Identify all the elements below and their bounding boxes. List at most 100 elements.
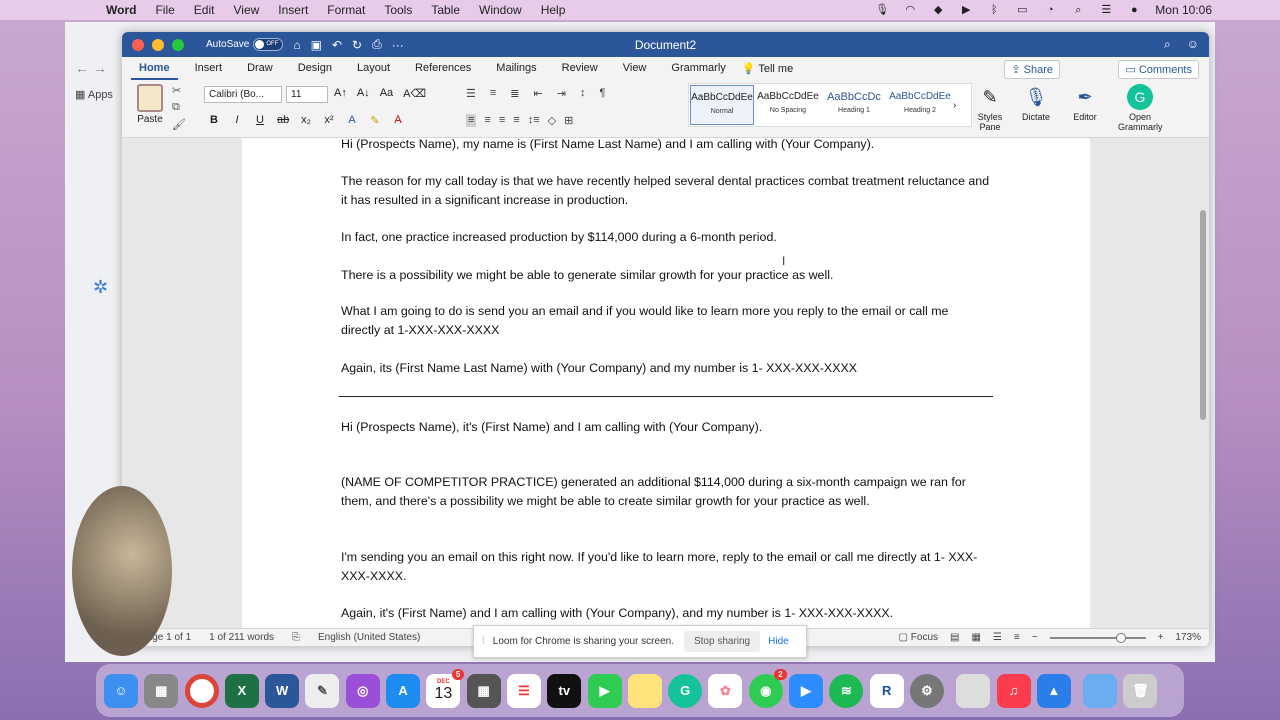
- web-layout-icon[interactable]: ▦: [971, 632, 980, 643]
- search-icon[interactable]: ⌕: [1071, 4, 1085, 16]
- battery-icon[interactable]: ▭: [1015, 4, 1029, 16]
- downloads-folder-icon[interactable]: [1083, 673, 1118, 708]
- menu-edit[interactable]: Edit: [194, 3, 215, 17]
- hide-button[interactable]: Hide: [768, 636, 789, 647]
- headphones-icon[interactable]: ◠: [903, 4, 917, 16]
- zoom-icon[interactable]: ▶: [789, 673, 824, 708]
- font-color-icon[interactable]: A: [392, 114, 404, 127]
- control-center-icon[interactable]: ☰: [1099, 4, 1113, 16]
- numbering-icon[interactable]: ≡: [490, 87, 496, 100]
- shrink-font-icon[interactable]: A↓: [357, 87, 370, 100]
- facetime-icon[interactable]: ▶: [587, 673, 622, 708]
- tab-mailings[interactable]: Mailings: [488, 57, 544, 80]
- bookmarks-apps[interactable]: ▦ Apps: [75, 88, 113, 101]
- zoom-window-button[interactable]: [172, 38, 184, 51]
- doc-paragraph[interactable]: There is a possibility we might be able …: [341, 266, 991, 285]
- bullets-icon[interactable]: ☰: [466, 87, 476, 100]
- pilcrow-icon[interactable]: ¶: [599, 87, 605, 100]
- finder-icon[interactable]: ☺: [104, 673, 138, 708]
- doc-paragraph[interactable]: Hi (Prospects Name), my name is (First N…: [341, 138, 991, 154]
- increase-indent-icon[interactable]: ⇥: [557, 87, 566, 100]
- style-no-spacing[interactable]: AaBbCcDdEe No Spacing: [756, 85, 820, 125]
- word-count[interactable]: 1 of 211 words: [209, 632, 274, 643]
- zoom-slider[interactable]: [1049, 632, 1146, 643]
- tab-references[interactable]: References: [407, 57, 479, 80]
- photos-icon[interactable]: ✿: [708, 673, 743, 708]
- font-name-select[interactable]: Calibri (Bo...: [204, 86, 282, 103]
- open-grammarly-button[interactable]: G Open Grammarly: [1118, 84, 1163, 132]
- menu-app-word[interactable]: Word: [106, 3, 136, 17]
- zoom-slider-knob[interactable]: [1115, 632, 1126, 643]
- grammarly-dock-icon[interactable]: G: [668, 673, 703, 708]
- menu-file[interactable]: File: [155, 3, 174, 17]
- search-icon[interactable]: ⌕: [1164, 37, 1171, 52]
- style-heading-1[interactable]: AaBbCcDc Heading 1: [822, 85, 886, 125]
- styles-pane-button[interactable]: ✎ Styles Pane: [968, 84, 1012, 133]
- chrome-icon[interactable]: [184, 673, 219, 708]
- strikethrough-icon[interactable]: ab: [277, 114, 289, 127]
- focus-button[interactable]: ▢ Focus: [899, 632, 938, 643]
- print-layout-icon[interactable]: ▤: [950, 632, 959, 643]
- podcasts-icon[interactable]: ◎: [345, 673, 380, 708]
- menubar-clock[interactable]: Mon 10:06: [1155, 3, 1212, 17]
- r-app-icon[interactable]: R: [869, 673, 904, 708]
- menu-tools[interactable]: Tools: [384, 3, 412, 17]
- zoom-level[interactable]: 173%: [1175, 632, 1201, 643]
- vertical-scrollbar[interactable]: [1200, 210, 1206, 420]
- subscript-icon[interactable]: x₂: [300, 114, 312, 127]
- style-normal[interactable]: AaBbCcDdEe Normal: [690, 85, 754, 125]
- dropbox-icon[interactable]: ◆: [931, 4, 945, 16]
- save-icon[interactable]: ▣: [311, 38, 322, 52]
- doc-paragraph[interactable]: The reason for my call today is that we …: [341, 172, 991, 210]
- bluetooth-icon[interactable]: ᛒ: [987, 4, 1001, 16]
- sort-icon[interactable]: ↕: [580, 87, 586, 100]
- zoom-in-icon[interactable]: +: [1158, 632, 1164, 643]
- tab-insert[interactable]: Insert: [187, 57, 231, 80]
- print-icon[interactable]: ⎙: [372, 37, 382, 52]
- decrease-indent-icon[interactable]: ⇤: [534, 87, 543, 100]
- apple-tv-icon[interactable]: tv: [547, 673, 582, 708]
- autosave-control[interactable]: AutoSave OFF: [206, 38, 284, 51]
- home-icon[interactable]: ⌂: [293, 38, 300, 52]
- tell-me[interactable]: 💡 Tell me: [742, 62, 793, 75]
- doc-paragraph[interactable]: (NAME OF COMPETITOR PRACTICE) generated …: [341, 473, 991, 511]
- launchpad-icon[interactable]: ▦: [144, 673, 179, 708]
- superscript-icon[interactable]: x²: [323, 114, 335, 127]
- doc-paragraph[interactable]: Again, it's (First Name) and I am callin…: [341, 604, 991, 623]
- menu-table[interactable]: Table: [431, 3, 460, 17]
- menu-insert[interactable]: Insert: [278, 3, 308, 17]
- menu-format[interactable]: Format: [327, 3, 365, 17]
- proofing-icon[interactable]: ⎘: [292, 632, 300, 643]
- tab-home[interactable]: Home: [131, 57, 178, 80]
- comments-button[interactable]: ▭ Comments: [1118, 60, 1199, 79]
- tab-draw[interactable]: Draw: [239, 57, 281, 80]
- shading-icon[interactable]: ◇: [548, 114, 556, 127]
- italic-icon[interactable]: I: [231, 114, 243, 127]
- wifi-icon[interactable]: ◔: [1043, 4, 1057, 16]
- autosave-toggle[interactable]: OFF: [253, 38, 284, 51]
- align-center-icon[interactable]: ≡: [484, 114, 490, 127]
- editor-button[interactable]: ✒ Editor: [1063, 84, 1107, 123]
- format-painter-icon[interactable]: 🖌: [172, 118, 186, 131]
- clear-formatting-icon[interactable]: A⌫: [403, 87, 426, 100]
- multilevel-list-icon[interactable]: ≣: [510, 87, 519, 100]
- tab-grammarly[interactable]: Grammarly: [663, 57, 733, 80]
- app-store-icon[interactable]: A: [386, 673, 421, 708]
- align-right-icon[interactable]: ≡: [499, 114, 505, 127]
- borders-icon[interactable]: ⊞: [564, 114, 573, 127]
- notes-icon[interactable]: [627, 673, 662, 708]
- tab-review[interactable]: Review: [554, 57, 606, 80]
- doc-paragraph[interactable]: Hi (Prospects Name), it's (First Name) a…: [341, 418, 991, 437]
- zoom-out-icon[interactable]: −: [1032, 632, 1038, 643]
- system-preferences-icon[interactable]: ⚙: [909, 673, 944, 708]
- change-case-icon[interactable]: Aa: [380, 87, 393, 100]
- align-left-icon[interactable]: ≡: [466, 114, 477, 127]
- language-status[interactable]: English (United States): [318, 632, 420, 643]
- preview-icon[interactable]: [956, 673, 991, 708]
- menu-window[interactable]: Window: [479, 3, 522, 17]
- menu-help[interactable]: Help: [541, 3, 566, 17]
- close-window-button[interactable]: [132, 38, 144, 51]
- play-icon[interactable]: ▶: [959, 4, 973, 16]
- stop-sharing-button[interactable]: Stop sharing: [683, 631, 761, 652]
- siri-icon[interactable]: ●: [1127, 4, 1141, 16]
